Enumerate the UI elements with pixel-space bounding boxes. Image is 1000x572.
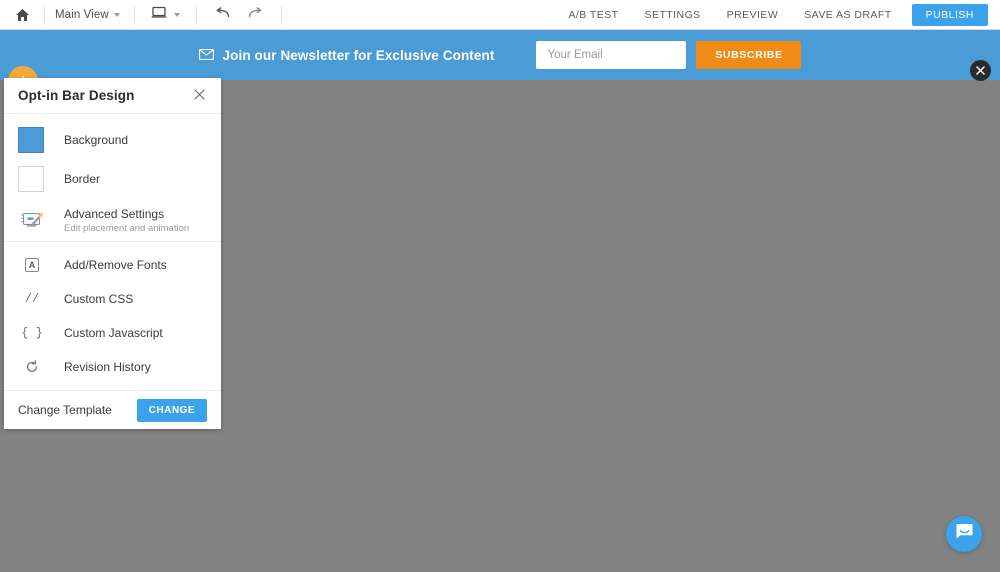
laptop-icon xyxy=(151,6,167,24)
design-panel-header: Opt-in Bar Design xyxy=(4,78,221,114)
home-button[interactable] xyxy=(0,0,44,29)
custom-javascript-label: Custom Javascript xyxy=(64,326,163,340)
close-icon xyxy=(976,62,985,80)
view-selector-label: Main View xyxy=(55,8,109,21)
subscribe-button[interactable]: SUBSCRIBE xyxy=(696,41,802,69)
magic-wand-screen-icon xyxy=(18,210,46,232)
refresh-icon xyxy=(18,360,46,374)
redo-icon xyxy=(247,6,263,24)
font-a-icon: A xyxy=(18,258,46,272)
advanced-settings-row[interactable]: Advanced Settings Edit placement and ani… xyxy=(4,200,221,242)
custom-css-row[interactable]: // Custom CSS xyxy=(4,282,221,316)
view-selector[interactable]: Main View xyxy=(45,0,134,29)
top-toolbar: Main View A/B TEST SETTINGS PREVIEW SAVE… xyxy=(0,0,1000,30)
close-icon xyxy=(193,88,205,103)
change-template-label: Change Template xyxy=(18,403,112,417)
redo-button[interactable] xyxy=(247,6,263,24)
preview-button[interactable]: PREVIEW xyxy=(714,0,792,30)
custom-css-label: Custom CSS xyxy=(64,292,134,306)
chat-bubble-icon xyxy=(955,523,974,546)
revision-history-row[interactable]: Revision History xyxy=(4,350,221,384)
optin-headline-text: Join our Newsletter for Exclusive Conten… xyxy=(222,47,495,63)
design-panel-close-button[interactable] xyxy=(191,88,207,104)
design-panel-title: Opt-in Bar Design xyxy=(18,88,135,103)
envelope-icon xyxy=(198,48,214,63)
chat-launcher-button[interactable] xyxy=(946,516,982,552)
chevron-down-icon xyxy=(173,12,180,17)
email-input[interactable] xyxy=(536,41,687,69)
app-root: Main View A/B TEST SETTINGS PREVIEW SAVE… xyxy=(0,0,1000,572)
add-remove-fonts-row[interactable]: A Add/Remove Fonts xyxy=(4,248,221,282)
design-panel-body: Background Border Advanced Settings Edit… xyxy=(4,114,221,384)
advanced-settings-title: Advanced Settings xyxy=(64,206,165,221)
border-label: Border xyxy=(64,171,101,186)
publish-button[interactable]: PUBLISH xyxy=(911,3,988,26)
custom-javascript-row[interactable]: { } Custom Javascript xyxy=(4,316,221,350)
undo-icon xyxy=(215,6,231,24)
toolbar-right-group: A/B TEST SETTINGS PREVIEW SAVE AS DRAFT … xyxy=(555,0,1000,30)
save-as-draft-button[interactable]: SAVE AS DRAFT xyxy=(791,0,904,30)
revision-history-label: Revision History xyxy=(64,360,151,374)
settings-button[interactable]: SETTINGS xyxy=(632,0,714,30)
undo-redo-group xyxy=(197,0,281,29)
background-color-swatch[interactable] xyxy=(18,126,44,153)
braces-icon: { } xyxy=(21,326,43,340)
optin-bar-content: Join our Newsletter for Exclusive Conten… xyxy=(0,30,1000,80)
change-template-footer: Change Template CHANGE xyxy=(4,390,221,429)
border-color-swatch[interactable] xyxy=(18,165,44,192)
toolbar-left-group: Main View xyxy=(0,0,282,30)
advanced-settings-text: Advanced Settings Edit placement and ani… xyxy=(64,207,189,235)
device-selector[interactable] xyxy=(135,0,196,29)
toolbar-divider xyxy=(280,4,282,25)
add-remove-fonts-label: Add/Remove Fonts xyxy=(64,258,167,272)
slashes-icon: // xyxy=(24,292,40,306)
design-panel: Opt-in Bar Design Background Border Adva… xyxy=(4,78,221,429)
background-label: Background xyxy=(64,132,129,147)
optin-bar-close-button[interactable] xyxy=(970,60,991,81)
home-icon xyxy=(15,8,30,22)
optin-headline: Join our Newsletter for Exclusive Conten… xyxy=(198,47,495,63)
undo-button[interactable] xyxy=(215,6,231,24)
chevron-down-icon xyxy=(113,12,120,17)
optin-bar-inner: Join our Newsletter for Exclusive Conten… xyxy=(198,41,802,69)
change-template-button[interactable]: CHANGE xyxy=(136,398,207,422)
ab-test-button[interactable]: A/B TEST xyxy=(555,0,631,30)
font-a-glyph: A xyxy=(25,258,39,272)
advanced-settings-subtitle: Edit placement and animation xyxy=(64,222,190,234)
background-color-row[interactable]: Background xyxy=(4,114,221,157)
optin-bar[interactable]: Join our Newsletter for Exclusive Conten… xyxy=(0,30,1000,96)
border-color-row[interactable]: Border xyxy=(4,157,221,200)
